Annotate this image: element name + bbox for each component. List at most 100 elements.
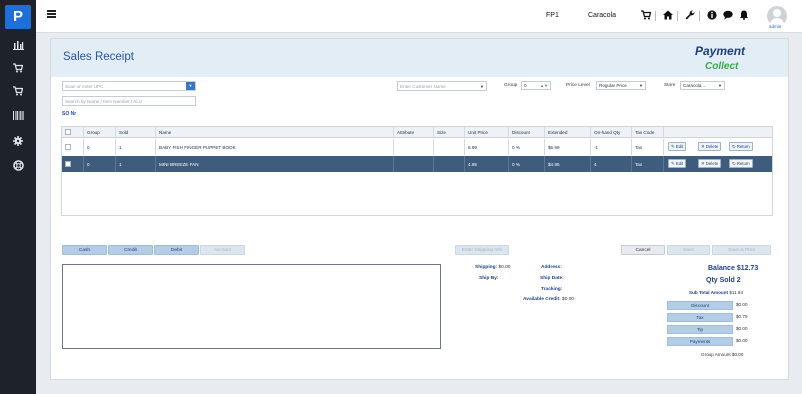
price-level-label: Price Level	[566, 83, 590, 88]
header-attribute: Attribute	[394, 127, 434, 137]
cart-icon[interactable]	[0, 59, 36, 77]
row-attribute	[394, 139, 434, 155]
payments-button[interactable]: Payments	[667, 337, 733, 346]
stepper-icon[interactable]: ▲▼	[540, 82, 548, 90]
row-unit-price[interactable]: 6.99	[465, 139, 509, 155]
location-label[interactable]: Caracola	[588, 12, 616, 19]
row-discount[interactable]: 0 %	[509, 139, 545, 155]
barcode-icon[interactable]	[0, 106, 36, 124]
tax-button[interactable]: Tax	[667, 313, 733, 322]
store-select[interactable]: Caracola ... ▼	[680, 81, 725, 90]
left-sidebar: P	[0, 0, 36, 394]
debit-button[interactable]: Debit	[154, 245, 199, 255]
home-icon[interactable]	[663, 10, 673, 22]
discount-button[interactable]: Discount	[667, 301, 733, 310]
avatar[interactable]	[767, 6, 787, 26]
return-label: Return	[736, 144, 750, 149]
row-checkbox[interactable]	[62, 156, 84, 172]
brand-part-1: Payment	[695, 44, 746, 58]
row-group: 0	[84, 139, 116, 155]
user-name[interactable]: admin	[769, 24, 781, 29]
page-title: Sales Receipt	[63, 51, 134, 63]
row-unit-price[interactable]: 4.95	[465, 156, 509, 172]
qty-sold-value: 2	[736, 277, 741, 284]
credit-button[interactable]: Credit	[108, 245, 153, 255]
header-onhand: On-hand Qty	[591, 127, 632, 137]
table-row[interactable]: 0 1 BABY FISH FINGER PUPPET BOOK 6.99 0 …	[62, 139, 772, 155]
table-row[interactable]: 0 1 MINI BREEZE FAN 4.95 0 % $4.95 4 Tax…	[62, 156, 772, 172]
header-checkbox[interactable]	[62, 127, 84, 137]
row-onhand: -1	[591, 139, 632, 155]
price-level-value: Regular Price	[599, 83, 627, 88]
account-button[interactable]: Account	[200, 245, 245, 255]
tax-value: $0.79	[736, 314, 748, 319]
group-amount-label: Group Amount	[701, 352, 731, 357]
customer-name-input[interactable]: Enter Customer Name ▼	[397, 81, 487, 91]
chat-icon[interactable]	[723, 10, 733, 22]
shipping-label: Shipping:	[475, 265, 498, 270]
delete-button[interactable]: ✕ Delete	[698, 159, 722, 168]
cancel-button[interactable]: Cancel	[621, 245, 665, 255]
row-sold: 1	[116, 156, 156, 172]
price-level-select[interactable]: Regular Price ▼	[596, 81, 646, 90]
row-group: 0	[84, 156, 116, 172]
shipping-info: Shipping: $0.00	[475, 265, 510, 270]
wrench-icon[interactable]	[685, 10, 695, 22]
group-value: 0	[524, 83, 527, 88]
bell-icon[interactable]	[739, 10, 749, 22]
row-extended: $4.95	[545, 156, 591, 172]
row-size	[434, 139, 465, 155]
balance-display: Balance $12.73	[708, 265, 758, 272]
store-value: Caracola ...	[683, 83, 707, 88]
edit-label: Edit	[675, 144, 684, 149]
delete-label: Delete	[705, 161, 719, 166]
app-logo[interactable]: P	[5, 5, 31, 29]
so-nr-link[interactable]: SO Nr	[62, 111, 76, 117]
cart-return-icon[interactable]	[0, 82, 36, 100]
group-amount-value: $0.00	[731, 352, 744, 357]
shipping-value: $0.00	[498, 265, 511, 270]
reports-icon[interactable]	[0, 36, 36, 54]
upc-search-input[interactable]: Scan or enter UPC ▼	[62, 81, 196, 91]
header-discount: Discount	[509, 127, 545, 137]
header-actions	[664, 127, 772, 137]
header-name: Name	[156, 127, 394, 137]
gear-icon[interactable]	[0, 132, 36, 150]
chevron-down-icon: ▼	[639, 83, 643, 88]
edit-button[interactable]: ✎ Edit	[668, 159, 687, 168]
info-icon[interactable]	[707, 10, 717, 22]
available-credit-label: Available Credit:	[523, 297, 561, 302]
cash-button[interactable]: Cash	[62, 245, 107, 255]
menu-icon[interactable]	[47, 10, 56, 18]
subtotal-display: Sub Total Amount $11.94	[689, 290, 743, 295]
save-button[interactable]: Save	[667, 245, 710, 255]
return-label: Return	[736, 161, 750, 166]
divider	[655, 11, 656, 21]
tip-button[interactable]: Tip	[667, 325, 733, 334]
available-credit: Available Credit: $0.00	[523, 297, 574, 302]
shipping-info-button[interactable]: Enter Shipping Info	[455, 245, 509, 255]
cart-icon[interactable]	[641, 10, 652, 22]
notes-textarea[interactable]	[62, 264, 441, 349]
save-print-button[interactable]: Save & Print	[712, 245, 771, 255]
item-search-input[interactable]: Search by Name / Item Number / ALU	[62, 96, 196, 106]
lifebuoy-icon[interactable]	[0, 156, 36, 174]
chevron-down-icon[interactable]: ▼	[186, 82, 195, 90]
chevron-down-icon: ▼	[718, 83, 722, 88]
header-tax-code: Tax Code	[632, 127, 664, 137]
return-button[interactable]: ↻ Return	[729, 159, 753, 168]
customer-placeholder: Enter Customer Name	[400, 84, 446, 89]
row-onhand: 4	[591, 156, 632, 172]
ship-date-label: Ship Date:	[540, 276, 564, 281]
payments-value: $0.00	[736, 338, 748, 343]
group-stepper[interactable]: 0 ▲▼	[521, 81, 551, 90]
edit-button[interactable]: ✎ Edit	[668, 142, 687, 151]
group-label: Group	[504, 83, 518, 88]
row-name: BABY FISH FINGER PUPPET BOOK	[156, 139, 394, 155]
row-discount[interactable]: 0 %	[509, 156, 545, 172]
edit-label: Edit	[675, 161, 684, 166]
delete-button[interactable]: ✕ Delete	[698, 142, 722, 151]
available-credit-value: $0.00	[562, 297, 575, 302]
row-checkbox[interactable]	[62, 139, 84, 155]
return-button[interactable]: ↻ Return	[729, 142, 753, 151]
